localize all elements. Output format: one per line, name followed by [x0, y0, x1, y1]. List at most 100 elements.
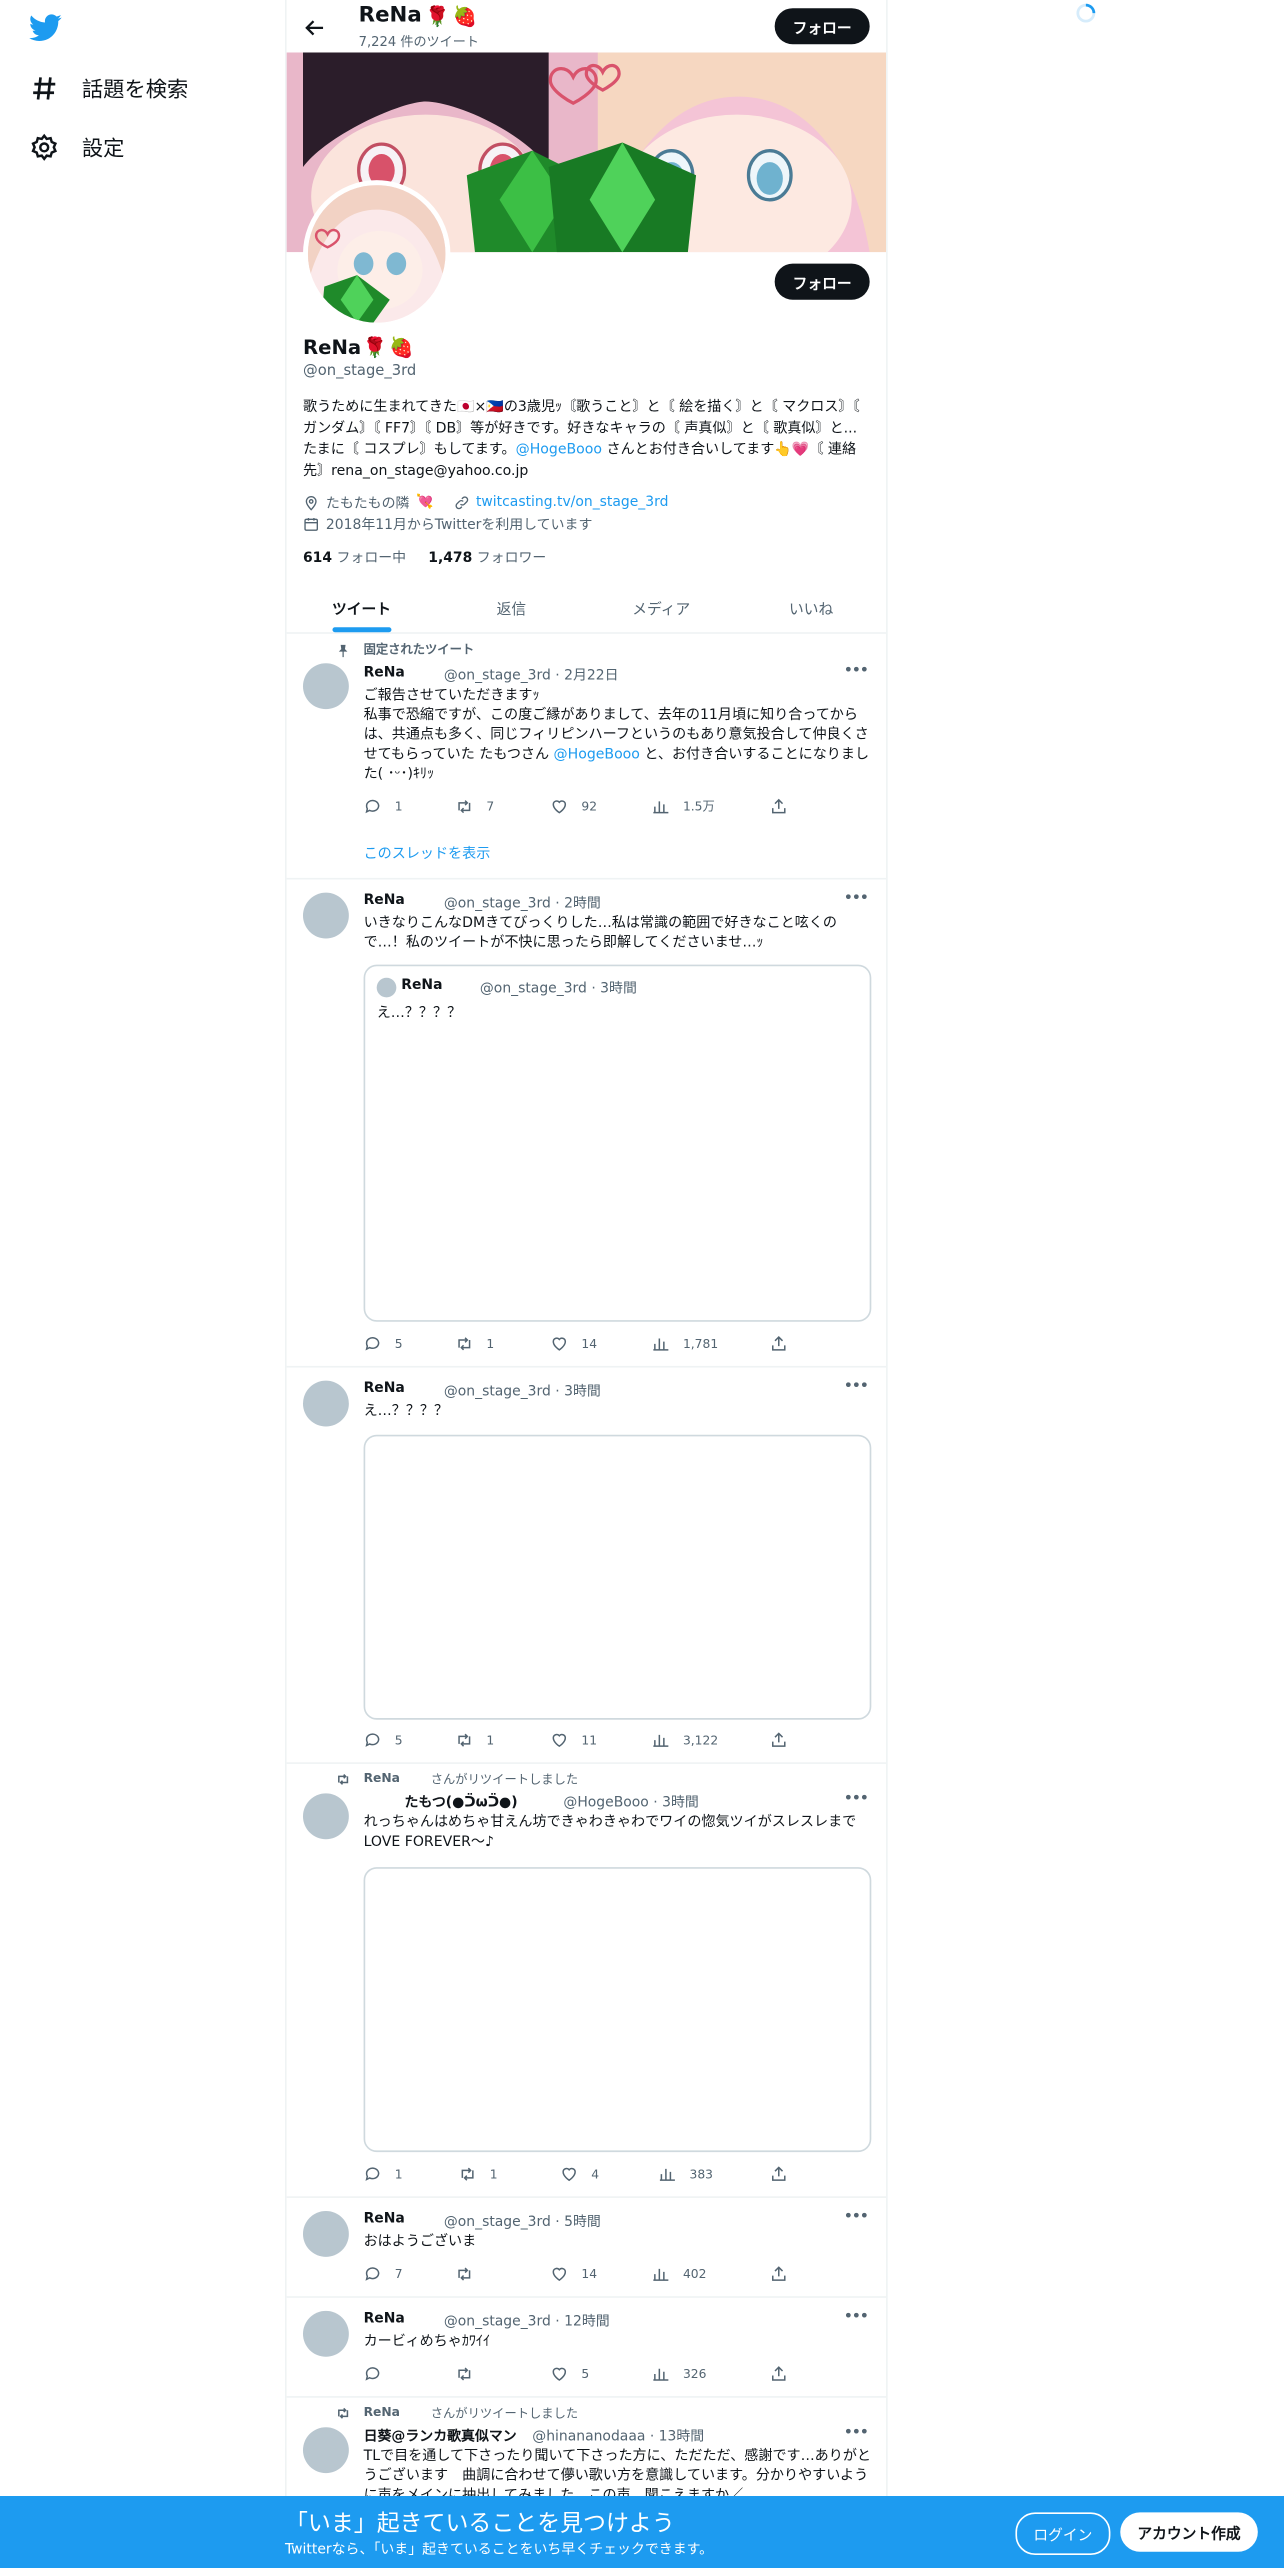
- nav-explore[interactable]: 話題を検索: [29, 72, 188, 103]
- tweet-handle-time: @on_stage_3rd · 2時間: [443, 895, 601, 913]
- media-attachment[interactable]: [363, 1434, 872, 1720]
- reply-button[interactable]: 7: [364, 2265, 403, 2283]
- like-button[interactable]: 14: [550, 1335, 597, 1353]
- tweet-actions: 7 14 402: [364, 2265, 806, 2285]
- create-account-button[interactable]: アカウント作成: [1120, 2512, 1258, 2552]
- reply-icon: [365, 2367, 380, 2381]
- share-button[interactable]: [770, 1731, 788, 1749]
- avatar[interactable]: [302, 2310, 349, 2357]
- tweet-handle-time: @hinananodaaa · 13時間: [532, 2428, 705, 2446]
- strawberry-emoji-icon: 🍓: [388, 335, 414, 359]
- tab-tweets[interactable]: ツイート: [287, 583, 437, 633]
- show-thread-link[interactable]: このスレッドを表示: [364, 843, 491, 863]
- retweeter-name[interactable]: ReNa: [364, 2404, 400, 2419]
- avatar[interactable]: [302, 1793, 349, 1840]
- more-options-icon[interactable]: •••: [843, 1377, 869, 1395]
- share-icon: [772, 1335, 786, 1351]
- nav-explore-label: 話題を検索: [81, 78, 189, 104]
- tweet-item[interactable]: ReNa @on_stage_3rd · 12時間 ••• カービィめちゃｶﾜｲ…: [286, 2298, 887, 2398]
- quoted-tweet[interactable]: ReNa @on_stage_3rd · 3時間 え…？？？？: [363, 964, 872, 1322]
- profile-website-link[interactable]: twitcasting.tv/on_stage_3rd: [476, 494, 668, 510]
- tweet-author[interactable]: ReNa: [364, 893, 405, 909]
- retweet-button[interactable]: 7: [455, 798, 494, 816]
- avatar[interactable]: [302, 2427, 349, 2474]
- philippines-flag-icon: 🇵🇭: [486, 399, 504, 417]
- retweet-button[interactable]: 1: [455, 1731, 494, 1749]
- retweet-button[interactable]: 1: [459, 2165, 498, 2183]
- reply-button[interactable]: 1: [364, 798, 403, 816]
- header-name: ReNa 🌹 🍓: [358, 3, 478, 28]
- tab-likes[interactable]: いいね: [736, 583, 886, 632]
- more-options-icon[interactable]: •••: [843, 2208, 869, 2226]
- more-options-icon[interactable]: •••: [843, 2424, 869, 2442]
- location-pin-icon: [305, 495, 317, 510]
- retweet-icon: [458, 1733, 471, 1747]
- like-button[interactable]: 5: [550, 2365, 589, 2383]
- strawberry-emoji-icon: 🍓: [452, 4, 478, 28]
- back-arrow-icon[interactable]: [303, 16, 326, 39]
- views-button[interactable]: 1,781: [652, 1335, 718, 1353]
- tweet-mention-link[interactable]: @HogeBooo: [554, 747, 640, 763]
- tweet-item[interactable]: ReNa @on_stage_3rd · 5時間 ••• おはようございま 7 …: [286, 2198, 887, 2298]
- tweet-item[interactable]: ReNa @on_stage_3rd · 2時間 ••• いきなりこんなDMきて…: [286, 879, 887, 1368]
- retweet-icon: [338, 1774, 349, 1785]
- retweet-button[interactable]: [455, 2265, 486, 2283]
- more-options-icon[interactable]: •••: [843, 889, 869, 907]
- more-options-icon[interactable]: •••: [843, 1790, 869, 1808]
- avatar[interactable]: [302, 1380, 349, 1427]
- nav-settings[interactable]: 設定: [29, 131, 124, 162]
- tweet-author[interactable]: たもつ(●ᑒωᑒ●): [405, 1792, 518, 1811]
- reply-button[interactable]: [364, 2365, 395, 2383]
- tweet-author[interactable]: 日葵@ランカ歌真似マン: [364, 2426, 517, 2445]
- avatar[interactable]: [302, 892, 349, 939]
- like-button[interactable]: 11: [550, 1731, 597, 1749]
- pointing-hand-emoji-icon: 👆: [774, 442, 792, 459]
- bio-mention-link[interactable]: @HogeBooo: [516, 442, 602, 458]
- media-attachment[interactable]: [363, 1867, 872, 2153]
- tweet-author[interactable]: ReNa: [364, 2211, 405, 2227]
- share-button[interactable]: [770, 798, 788, 816]
- share-button[interactable]: [770, 2165, 788, 2183]
- tweet-author[interactable]: ReNa: [364, 1381, 405, 1397]
- bar-chart-icon: [653, 1734, 669, 1747]
- twitter-logo-icon[interactable]: [29, 13, 62, 42]
- profile-follow-button[interactable]: フォロー: [774, 263, 870, 300]
- profile-joined-date: 2018年11月からTwitterを利用しています: [325, 516, 593, 534]
- like-button[interactable]: 14: [550, 2265, 597, 2283]
- header-follow-button[interactable]: フォロー: [774, 8, 870, 45]
- views-button[interactable]: 402: [652, 2265, 706, 2283]
- tweet-author[interactable]: ReNa: [364, 2311, 405, 2327]
- views-button[interactable]: 1.5万: [652, 798, 715, 816]
- reply-button[interactable]: 5: [364, 1731, 403, 1749]
- tweet-item[interactable]: ReNa @on_stage_3rd · 3時間 ••• え…？？？？ 5 1 …: [286, 1368, 887, 1764]
- avatar[interactable]: [302, 2211, 349, 2257]
- share-button[interactable]: [770, 1335, 788, 1353]
- login-button[interactable]: ログイン: [1015, 2512, 1111, 2555]
- reply-icon: [365, 2167, 380, 2181]
- reply-button[interactable]: 5: [364, 1335, 403, 1353]
- like-button[interactable]: 4: [560, 2165, 599, 2183]
- share-button[interactable]: [770, 2265, 788, 2283]
- followers-link[interactable]: 1,478 フォロワー: [428, 550, 546, 566]
- retweet-button[interactable]: 1: [455, 1335, 494, 1353]
- tweet-item[interactable]: ReNa さんがリツイートしました たもつ(●ᑒωᑒ●) @HogeBooo ·…: [286, 1764, 887, 2198]
- more-options-icon[interactable]: •••: [843, 662, 869, 680]
- tweet-pinned[interactable]: 固定されたツイート ReNa @on_stage_3rd · 2月22日 •••…: [286, 634, 887, 880]
- tweet-author[interactable]: ReNa: [364, 665, 405, 681]
- following-link[interactable]: 614 フォロー中: [303, 550, 406, 566]
- retweet-button[interactable]: [455, 2365, 486, 2383]
- avatar[interactable]: [302, 663, 349, 710]
- reply-button[interactable]: 1: [364, 2165, 403, 2183]
- tweet-handle-time: @on_stage_3rd · 3時間: [443, 1383, 601, 1401]
- share-button[interactable]: [770, 2365, 788, 2383]
- pinned-label: 固定されたツイート: [363, 642, 475, 657]
- profile-avatar[interactable]: [302, 180, 451, 328]
- more-options-icon[interactable]: •••: [843, 2308, 869, 2326]
- like-button[interactable]: 92: [550, 798, 597, 816]
- views-button[interactable]: 383: [658, 2165, 713, 2183]
- tab-replies[interactable]: 返信: [436, 583, 586, 632]
- views-button[interactable]: 3,122: [652, 1731, 718, 1749]
- retweeter-name[interactable]: ReNa: [364, 1770, 400, 1785]
- tab-media[interactable]: メディア: [586, 583, 736, 632]
- views-button[interactable]: 326: [652, 2365, 706, 2383]
